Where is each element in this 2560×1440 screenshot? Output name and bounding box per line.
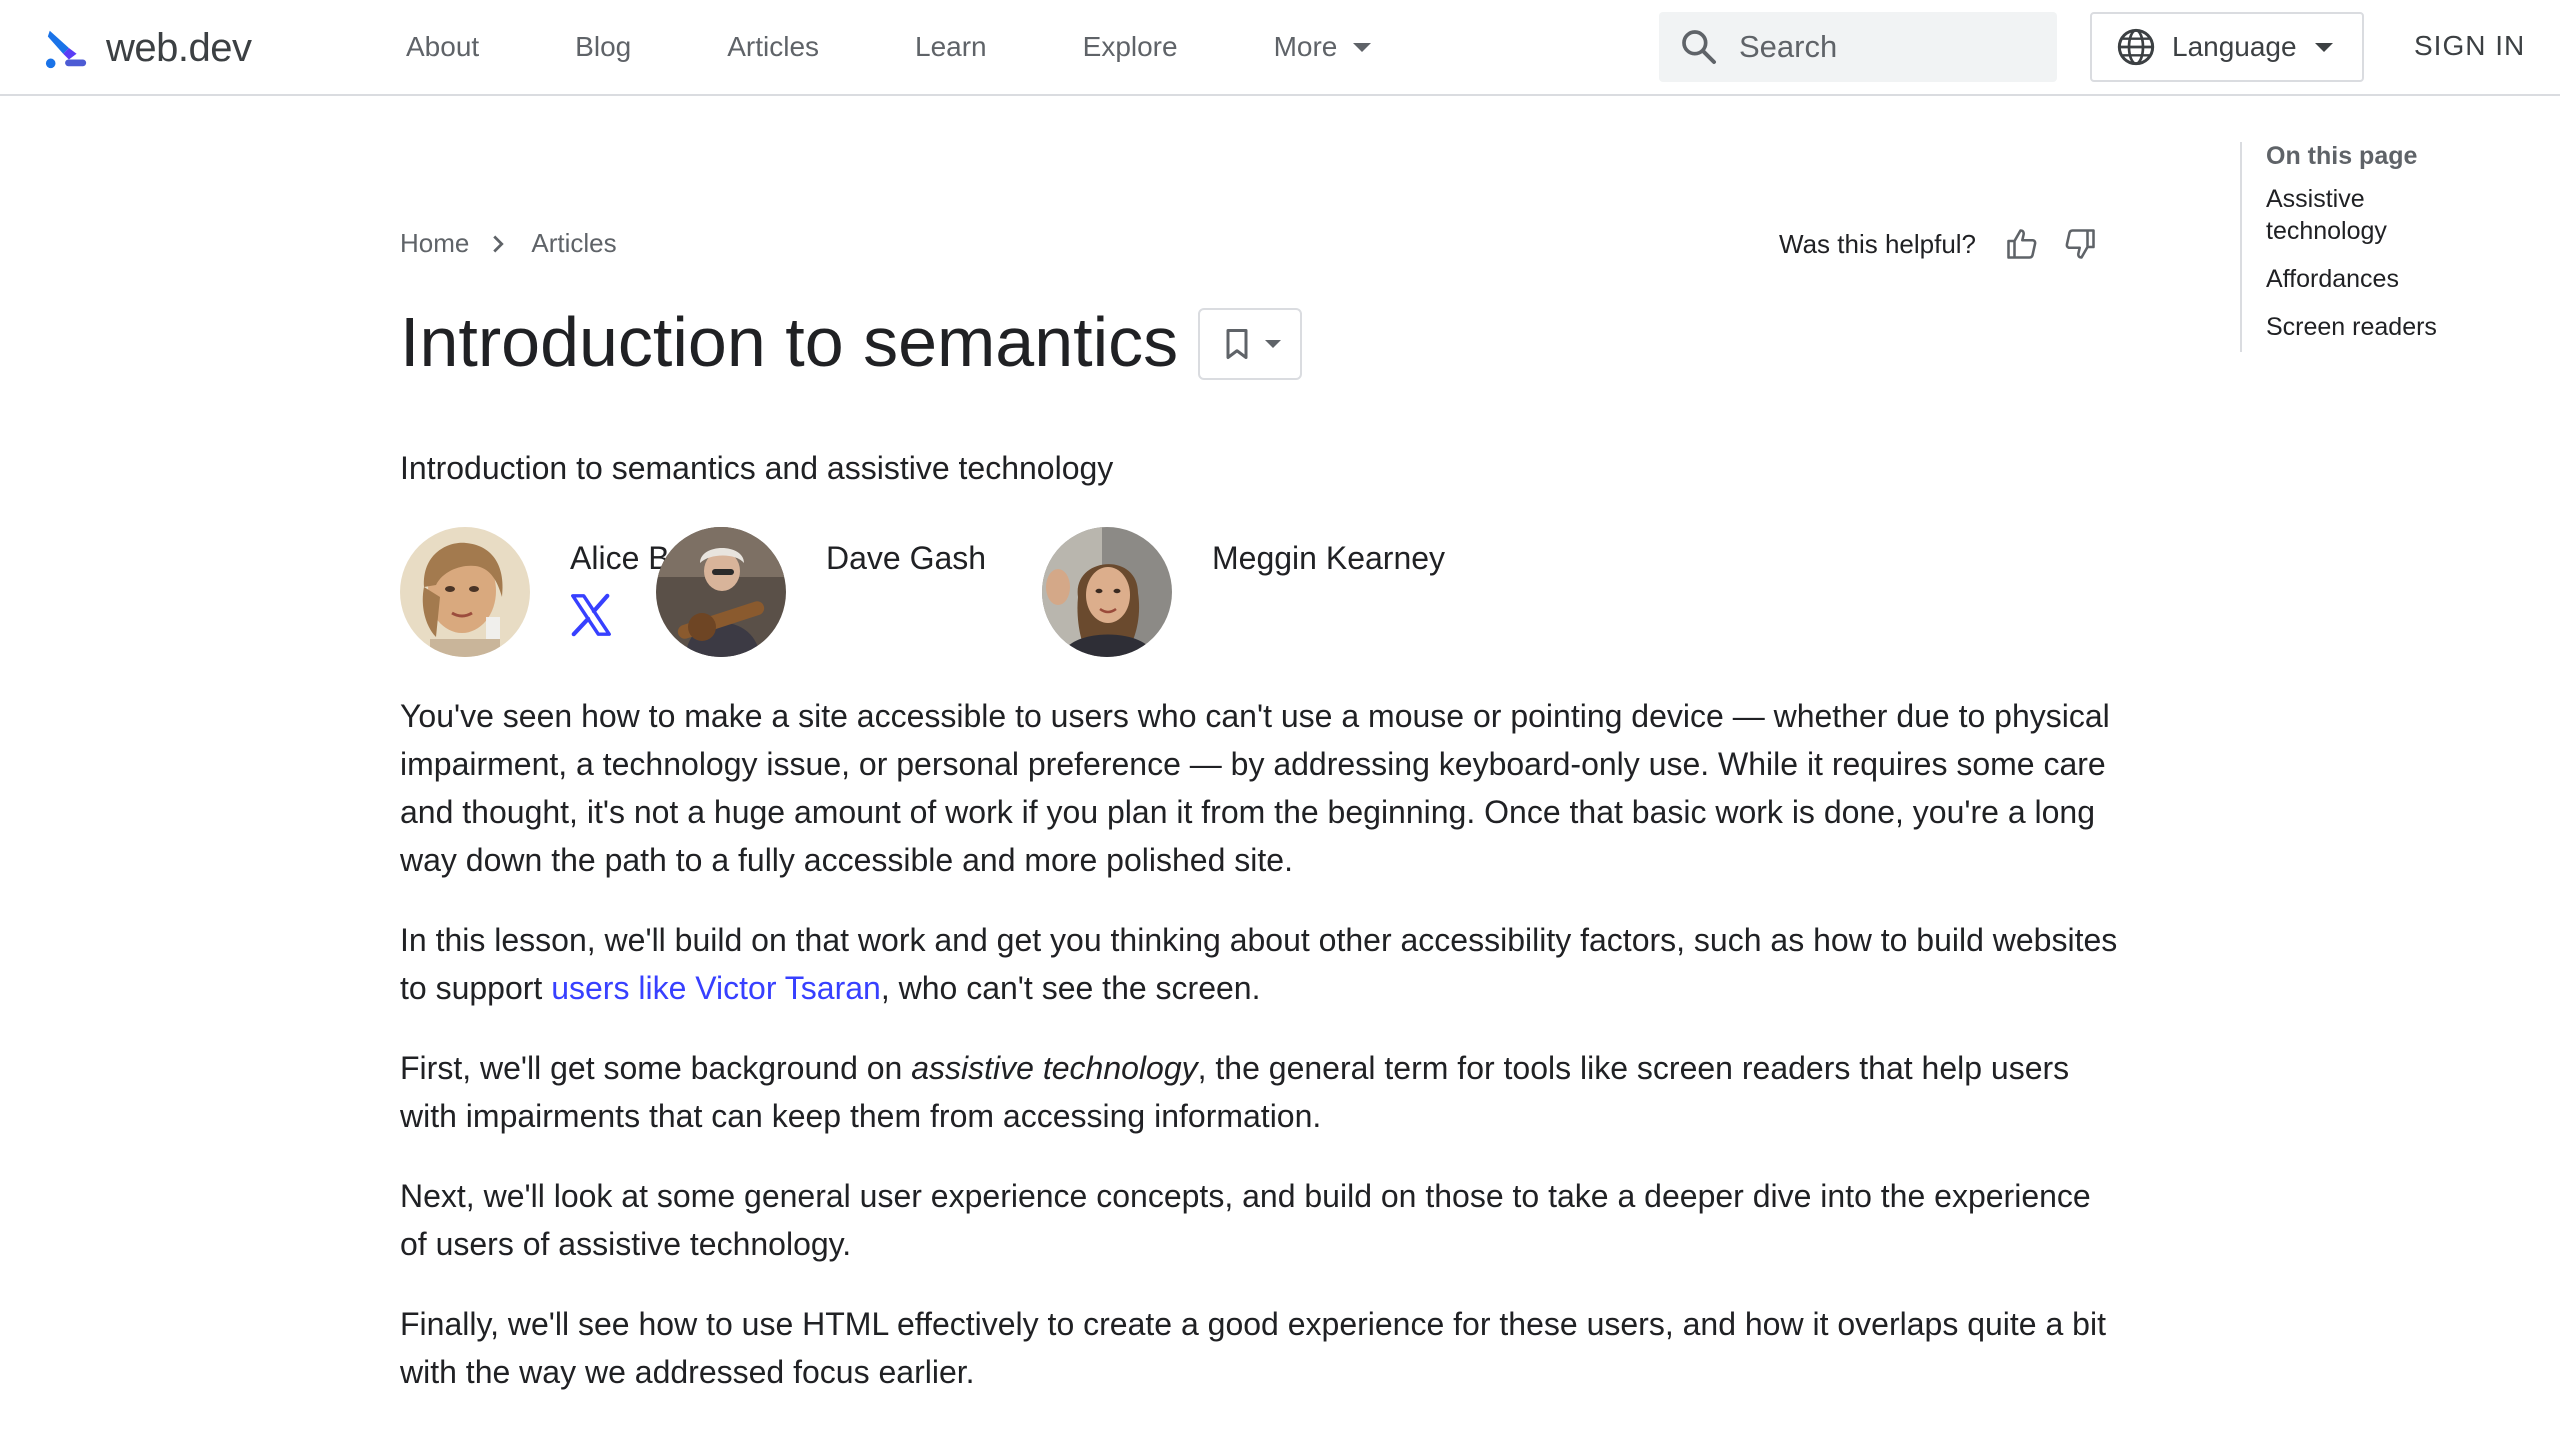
nav-more[interactable]: More [1274, 31, 1372, 63]
author-photo-alice [400, 527, 530, 657]
paragraph: Finally, we'll see how to use HTML effec… [400, 1300, 2120, 1396]
feedback-label: Was this helpful? [1779, 229, 1976, 260]
emphasis-text: assistive technology [911, 1050, 1197, 1086]
thumbs-down-icon[interactable] [2062, 226, 2098, 262]
breadcrumb-articles[interactable]: Articles [531, 228, 616, 259]
paragraph-text: , who can't see the screen. [881, 970, 1261, 1006]
bookmark-button[interactable] [1198, 308, 1302, 380]
sign-in-button[interactable]: SIGN IN [2414, 30, 2525, 62]
nav-articles[interactable]: Articles [727, 31, 819, 63]
thumbs-up-icon[interactable] [2004, 226, 2040, 262]
language-selector[interactable]: Language [2090, 12, 2364, 82]
toc-link-assistive-technology[interactable]: Assistive technology [2266, 183, 2480, 247]
nav-about[interactable]: About [406, 31, 479, 63]
chevron-right-icon [483, 229, 513, 259]
globe-icon [2116, 27, 2156, 67]
toc-heading: On this page [2266, 142, 2480, 171]
victor-tsaran-link[interactable]: users like Victor Tsaran [551, 970, 881, 1006]
chevron-down-icon [1265, 340, 1281, 348]
paragraph: In this lesson, we'll build on that work… [400, 916, 2120, 1012]
paragraph-text: First, we'll get some background on [400, 1050, 911, 1086]
nav-explore[interactable]: Explore [1083, 31, 1178, 63]
feedback-widget: Was this helpful? [1779, 226, 2098, 262]
toc-link-screen-readers[interactable]: Screen readers [2266, 311, 2480, 343]
avatar[interactable] [400, 527, 530, 657]
search-icon [1679, 27, 1719, 67]
nav-blog[interactable]: Blog [575, 31, 631, 63]
paragraph: First, we'll get some background on assi… [400, 1044, 2120, 1140]
breadcrumb-home[interactable]: Home [400, 228, 469, 259]
author-photo-dave [656, 527, 786, 657]
chevron-down-icon [1353, 43, 1371, 52]
search-input[interactable] [1737, 28, 2041, 66]
author-photo-meggin [1042, 527, 1172, 657]
page-title: Introduction to semantics [400, 296, 1178, 388]
author-name: Dave Gash [826, 540, 986, 577]
paragraph: You've seen how to make a site accessibl… [400, 692, 2120, 884]
main-nav: About Blog Articles Learn Explore More [406, 0, 1371, 94]
site-logo-text: web.dev [106, 26, 251, 71]
bookmark-icon [1219, 326, 1255, 362]
article-body: You've seen how to make a site accessibl… [400, 692, 2120, 1428]
x-logo-icon[interactable] [568, 592, 614, 638]
top-app-bar: web.dev About Blog Articles Learn Explor… [0, 0, 2560, 96]
nav-learn[interactable]: Learn [915, 31, 987, 63]
language-label: Language [2172, 31, 2297, 63]
avatar[interactable] [1042, 527, 1172, 657]
toc-link-affordances[interactable]: Affordances [2266, 263, 2480, 295]
site-logo[interactable]: web.dev [44, 24, 251, 72]
author-name: Meggin Kearney [1212, 540, 1445, 577]
chevron-down-icon [2315, 43, 2333, 52]
search-box[interactable] [1659, 12, 2057, 82]
paragraph: Next, we'll look at some general user ex… [400, 1172, 2120, 1268]
breadcrumb: Home Articles [400, 228, 617, 259]
table-of-contents: On this page Assistive technology Afford… [2240, 142, 2480, 352]
web-dev-logo-icon [44, 25, 90, 71]
avatar[interactable] [656, 527, 786, 657]
page-subtitle: Introduction to semantics and assistive … [400, 450, 1113, 487]
nav-more-label: More [1274, 31, 1338, 63]
